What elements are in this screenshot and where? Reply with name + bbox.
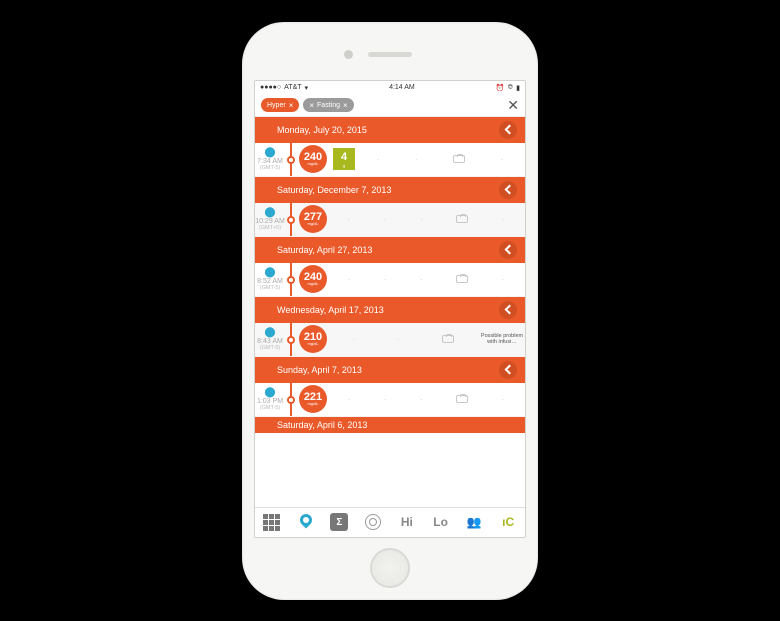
cutlery-icon: ıC	[502, 515, 514, 529]
filter-bar: Hyper × × Fasting × ✕	[255, 95, 525, 117]
tab-log[interactable]	[295, 511, 317, 533]
timeline-track	[285, 203, 297, 236]
reading-time: ⬤ 7:34 AM (GMT-5)	[255, 147, 285, 172]
location-pin-icon: ⬤	[255, 387, 285, 398]
location-pin-icon: ⬤	[255, 147, 285, 158]
reading-cells: ··	[327, 335, 479, 344]
tab-stats[interactable]: Σ	[328, 511, 350, 533]
reading-cells: ·· ·	[355, 155, 525, 164]
reading-row[interactable]: ⬤ 10:29 AM (GMT+5) 277mg/dL ··· ·	[255, 203, 525, 237]
bluetooth-icon: ⎊	[508, 84, 514, 92]
grid-icon	[263, 514, 280, 531]
signal-dots: ●●●●○	[260, 84, 281, 91]
reading-cells: ··· ·	[327, 275, 525, 284]
day-header[interactable]: Sunday, April 7, 2013	[255, 357, 525, 383]
reading-cells: ··· ·	[327, 215, 525, 224]
reading-time: ⬤ 10:29 AM (GMT+5)	[255, 207, 285, 232]
remove-filter-icon[interactable]: ×	[309, 101, 314, 110]
camera-icon[interactable]	[456, 395, 468, 403]
reading-row[interactable]: ⬤ 7:34 AM (GMT-5) 240mg/dL 4g ·· ·	[255, 143, 525, 177]
reading-row[interactable]: ⬤ 8:52 AM (GMT-5) 240mg/dL ··· ·	[255, 263, 525, 297]
tab-lo[interactable]: Lo	[430, 511, 452, 533]
glucose-value-badge: 210mg/dL	[299, 325, 327, 353]
tab-activity[interactable]: 👥	[463, 511, 485, 533]
day-date: Saturday, December 7, 2013	[277, 185, 391, 195]
timeline-track	[285, 323, 297, 356]
timeline-track	[285, 263, 297, 296]
reading-time: ⬤ 1:03 PM (GMT-5)	[255, 387, 285, 412]
status-bar: ●●●●○ AT&T ▾ 4:14 AM ⏰ ⎊ ▮	[255, 81, 525, 95]
camera-icon[interactable]	[456, 215, 468, 223]
collapse-icon[interactable]	[499, 121, 517, 139]
timeline-track	[285, 383, 297, 416]
close-filters-icon[interactable]: ✕	[507, 97, 519, 114]
alarm-icon: ⏰	[496, 84, 505, 92]
clock: 4:14 AM	[389, 84, 415, 91]
person-icon: 👥	[467, 516, 482, 528]
carb-value-badge: 4g	[333, 148, 355, 170]
phone-speaker	[368, 52, 412, 57]
camera-icon[interactable]	[453, 155, 465, 163]
glucose-value-badge: 277mg/dL	[299, 205, 327, 233]
tab-food[interactable]: ıC	[497, 511, 519, 533]
glucose-value-badge: 221mg/dL	[299, 385, 327, 413]
location-pin-icon: ⬤	[255, 207, 285, 218]
reading-row[interactable]: ⬤ 1:03 PM (GMT-5) 221mg/dL ··· ·	[255, 383, 525, 417]
reading-time: ⬤ 8:43 AM (GMT-5)	[255, 327, 285, 352]
day-header[interactable]: Saturday, April 6, 2013	[255, 417, 525, 433]
reading-row[interactable]: ⬤ 8:43 AM (GMT-5) 210mg/dL ·· Possible p…	[255, 323, 525, 357]
camera-icon[interactable]	[456, 275, 468, 283]
app-screen: ●●●●○ AT&T ▾ 4:14 AM ⏰ ⎊ ▮ Hyper × × Fas…	[254, 80, 526, 538]
filter-pill-fasting[interactable]: × Fasting ×	[303, 98, 353, 112]
day-date: Saturday, April 27, 2013	[277, 245, 372, 255]
location-pin-icon: ⬤	[255, 267, 285, 278]
filter-label: Hyper	[267, 102, 286, 109]
entries-list[interactable]: Monday, July 20, 2015 ⬤ 7:34 AM (GMT-5) …	[255, 117, 525, 507]
reading-cells: ··· ·	[327, 395, 525, 404]
day-header[interactable]: Wednesday, April 17, 2013	[255, 297, 525, 323]
collapse-icon[interactable]	[499, 301, 517, 319]
pin-icon	[300, 514, 312, 530]
glucose-value-badge: 240mg/dL	[299, 265, 327, 293]
home-button[interactable]	[370, 548, 410, 588]
phone-frame: ●●●●○ AT&T ▾ 4:14 AM ⏰ ⎊ ▮ Hyper × × Fas…	[242, 22, 538, 600]
sigma-icon: Σ	[330, 513, 348, 531]
reading-time: ⬤ 8:52 AM (GMT-5)	[255, 267, 285, 292]
collapse-icon[interactable]	[499, 181, 517, 199]
glucose-value-badge: 240mg/dL	[299, 145, 327, 173]
day-date: Sunday, April 7, 2013	[277, 365, 362, 375]
tab-hi[interactable]: Hi	[396, 511, 418, 533]
carrier-label: AT&T	[284, 84, 301, 91]
day-date: Saturday, April 6, 2013	[277, 420, 367, 430]
remove-filter-icon[interactable]: ×	[289, 101, 294, 110]
tab-target[interactable]	[362, 511, 384, 533]
day-date: Wednesday, April 17, 2013	[277, 305, 384, 315]
day-header[interactable]: Saturday, December 7, 2013	[255, 177, 525, 203]
day-header[interactable]: Monday, July 20, 2015	[255, 117, 525, 143]
collapse-icon[interactable]	[499, 241, 517, 259]
location-pin-icon: ⬤	[255, 327, 285, 338]
filter-pill-hyper[interactable]: Hyper ×	[261, 98, 299, 112]
tab-bar: Σ Hi Lo 👥 ıC	[255, 507, 525, 537]
target-icon	[365, 514, 381, 530]
tab-dashboard[interactable]	[261, 511, 283, 533]
filter-label: Fasting	[317, 102, 340, 109]
remove-filter-icon[interactable]: ×	[343, 101, 348, 110]
collapse-icon[interactable]	[499, 361, 517, 379]
timeline-track	[285, 143, 297, 176]
camera-icon[interactable]	[442, 335, 454, 343]
day-header[interactable]: Saturday, April 27, 2013	[255, 237, 525, 263]
day-date: Monday, July 20, 2015	[277, 125, 367, 135]
phone-camera-dot	[344, 50, 353, 59]
wifi-icon: ▾	[305, 84, 309, 92]
battery-icon: ▮	[516, 84, 520, 92]
reading-note: Possible problem with infusi…	[479, 333, 525, 345]
